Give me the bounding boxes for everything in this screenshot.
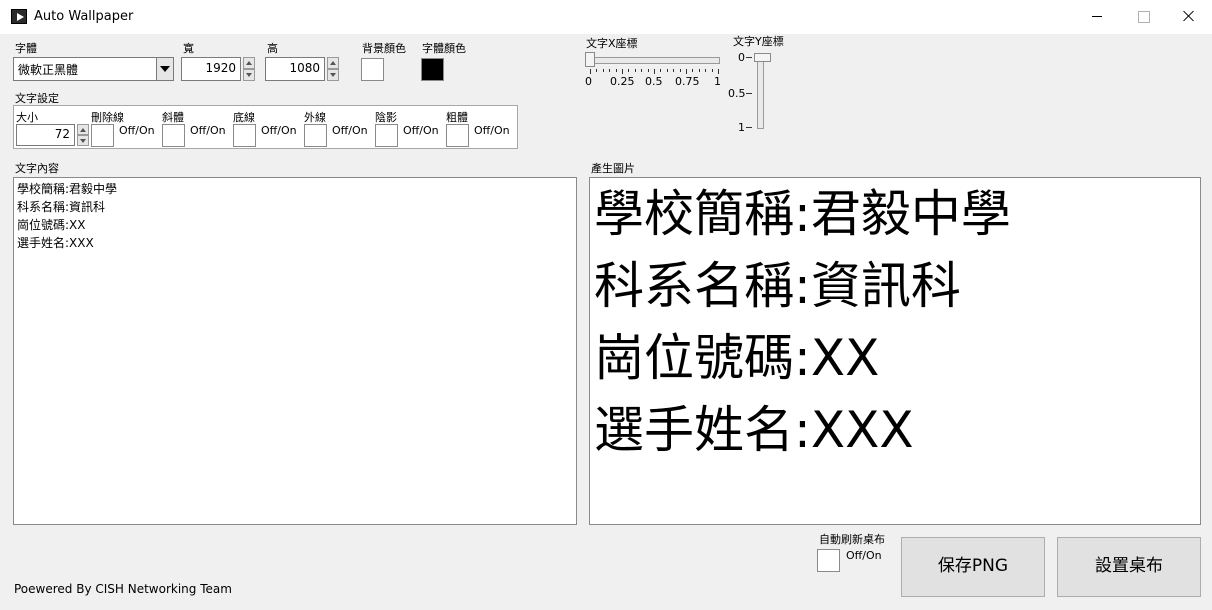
x-tick-mark xyxy=(590,69,591,74)
y-slider-thumb[interactable] xyxy=(754,53,771,62)
maximize-button[interactable] xyxy=(1120,0,1166,34)
italic-state: Off/On xyxy=(190,124,226,137)
x-tick-mark xyxy=(615,69,617,72)
bg-color-label: 背景顏色 xyxy=(362,42,406,55)
x-slider-thumb[interactable] xyxy=(585,52,595,67)
x-tick-mark xyxy=(660,69,662,72)
text-color-swatch[interactable] xyxy=(421,58,444,81)
outline-toggle[interactable] xyxy=(304,124,327,147)
shadow-label: 陰影 xyxy=(375,111,397,124)
x-tick-mark xyxy=(647,69,649,72)
font-label: 字體 xyxy=(15,42,37,55)
x-tick-mark xyxy=(718,69,719,74)
x-tick-mark xyxy=(596,69,598,72)
x-tick-mark xyxy=(692,69,694,72)
italic-toggle[interactable] xyxy=(162,124,185,147)
auto-refresh-label: 自動刷新桌布 xyxy=(819,533,885,546)
size-down-icon[interactable] xyxy=(77,135,89,146)
x-tick-mark xyxy=(673,69,675,72)
preview-label: 產生圖片 xyxy=(591,162,635,175)
x-tick-mark xyxy=(628,69,630,72)
bg-color-swatch[interactable] xyxy=(361,58,384,81)
app-icon xyxy=(11,9,27,24)
title-bar: Auto Wallpaper xyxy=(0,0,1212,34)
italic-label: 斜體 xyxy=(162,111,184,124)
shadow-state: Off/On xyxy=(403,124,439,137)
window-title: Auto Wallpaper xyxy=(34,9,134,24)
text-settings-label: 文字設定 xyxy=(15,92,59,105)
height-down-icon[interactable] xyxy=(327,69,339,81)
x-tick-mark xyxy=(602,69,604,72)
y-tick-mark xyxy=(746,93,752,94)
y-slider-track[interactable] xyxy=(757,54,764,129)
x-tick-mark xyxy=(686,69,687,74)
y-tick-1: 0.5 xyxy=(728,87,746,100)
x-tick-mark xyxy=(666,69,668,72)
x-tick-mark xyxy=(711,69,713,72)
height-input[interactable]: 1080 xyxy=(265,57,325,81)
bold-toggle[interactable] xyxy=(446,124,469,147)
save-png-button[interactable]: 保存PNG xyxy=(901,537,1045,597)
x-slider-label: 文字X座標 xyxy=(586,37,638,50)
strikethrough-label: 刪除線 xyxy=(91,111,124,124)
x-tick-mark xyxy=(634,69,636,72)
size-input[interactable]: 72 xyxy=(16,124,75,146)
height-label: 高 xyxy=(267,42,278,55)
x-tick-4: 1 xyxy=(714,75,721,88)
width-down-icon[interactable] xyxy=(243,69,255,81)
preview-image: 學校簡稱:君毅中學 科系名稱:資訊科 崗位號碼:XX 選手姓名:XXX xyxy=(589,177,1201,525)
x-tick-mark xyxy=(698,69,700,72)
x-tick-1: 0.25 xyxy=(610,75,635,88)
auto-refresh-toggle[interactable] xyxy=(817,549,840,572)
underline-toggle[interactable] xyxy=(233,124,256,147)
text-color-label: 字體顏色 xyxy=(422,42,466,55)
y-tick-mark xyxy=(746,57,752,58)
height-up-icon[interactable] xyxy=(327,57,339,69)
shadow-toggle[interactable] xyxy=(375,124,398,147)
strikethrough-toggle[interactable] xyxy=(91,124,114,147)
y-tick-0: 0 xyxy=(738,51,745,64)
font-select-value: 微軟正黑體 xyxy=(18,63,79,77)
y-tick-2: 1 xyxy=(738,121,745,134)
close-button[interactable] xyxy=(1166,0,1212,34)
auto-refresh-state: Off/On xyxy=(846,549,882,562)
footer-credit: Poewered By CISH Networking Team xyxy=(14,582,232,596)
y-slider-label: 文字Y座標 xyxy=(733,35,784,48)
underline-label: 底線 xyxy=(233,111,255,124)
outline-label: 外線 xyxy=(304,111,326,124)
size-label: 大小 xyxy=(16,111,38,124)
bold-state: Off/On xyxy=(474,124,510,137)
set-wallpaper-button[interactable]: 設置桌布 xyxy=(1057,537,1201,597)
width-label: 寬 xyxy=(183,42,194,55)
y-tick-mark xyxy=(746,127,752,128)
x-tick-3: 0.75 xyxy=(675,75,700,88)
width-up-icon[interactable] xyxy=(243,57,255,69)
font-select[interactable]: 微軟正黑體 xyxy=(13,57,174,81)
x-tick-mark xyxy=(609,69,611,72)
x-tick-mark xyxy=(705,69,707,72)
x-slider-track[interactable] xyxy=(588,57,720,64)
content-label: 文字內容 xyxy=(15,162,59,175)
underline-state: Off/On xyxy=(261,124,297,137)
x-tick-mark xyxy=(679,69,681,72)
size-up-icon[interactable] xyxy=(77,124,89,135)
x-tick-0: 0 xyxy=(585,75,592,88)
outline-state: Off/On xyxy=(332,124,368,137)
x-tick-2: 0.5 xyxy=(645,75,663,88)
strikethrough-state: Off/On xyxy=(119,124,155,137)
bold-label: 粗體 xyxy=(446,111,468,124)
x-tick-mark xyxy=(654,69,655,74)
chevron-down-icon[interactable] xyxy=(156,58,173,80)
x-tick-mark xyxy=(622,69,623,74)
minimize-button[interactable] xyxy=(1074,0,1120,34)
x-tick-mark xyxy=(641,69,643,72)
content-textarea[interactable]: 學校簡稱:君毅中學 科系名稱:資訊科 崗位號碼:XX 選手姓名:XXX xyxy=(13,177,577,525)
width-input[interactable]: 1920 xyxy=(181,57,241,81)
